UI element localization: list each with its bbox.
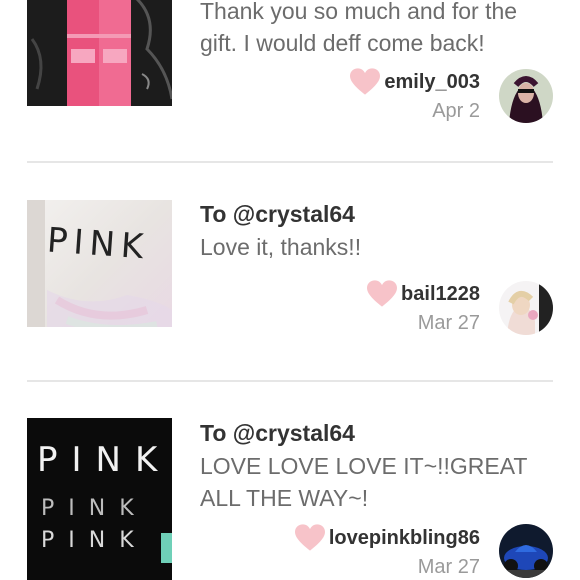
user-avatar-icon[interactable] bbox=[499, 281, 553, 335]
divider bbox=[27, 161, 553, 163]
shirt-print-text: PINK bbox=[37, 440, 172, 480]
review-date: Apr 2 bbox=[432, 100, 480, 122]
review-recipient[interactable]: To @crystal64 bbox=[200, 420, 355, 447]
user-avatar-icon[interactable] bbox=[499, 524, 553, 578]
heart-icon[interactable] bbox=[350, 68, 381, 96]
listing-thumbnail[interactable]: PINK PINK PINK bbox=[27, 418, 172, 580]
pink-packaging-photo-icon bbox=[27, 0, 172, 106]
divider bbox=[27, 380, 553, 382]
review-user-row[interactable]: emily_003 bbox=[350, 67, 480, 97]
review-date: Mar 27 bbox=[417, 312, 480, 334]
review-user-row[interactable]: lovepinkbling86 bbox=[294, 523, 480, 553]
shirt-print-text: PINK bbox=[45, 220, 151, 268]
heart-icon[interactable] bbox=[367, 280, 398, 308]
user-avatar-icon[interactable] bbox=[499, 69, 553, 123]
heart-icon[interactable] bbox=[294, 524, 325, 552]
username[interactable]: bail1228 bbox=[401, 283, 480, 306]
listing-thumbnail[interactable] bbox=[27, 0, 172, 106]
review-date: Mar 27 bbox=[417, 556, 480, 578]
username[interactable]: lovepinkbling86 bbox=[329, 527, 480, 550]
review-message: LOVE LOVE LOVE IT~!!GREAT ALL THE WAY~! bbox=[200, 453, 528, 511]
review-user-row[interactable]: bail1228 bbox=[367, 279, 480, 309]
review-recipient[interactable]: To @crystal64 bbox=[200, 201, 355, 228]
shirt-print-text: PINK bbox=[41, 528, 148, 553]
review-message: Love it, thanks!! bbox=[200, 234, 362, 260]
review-message: Thank you so much and for the gift. I wo… bbox=[200, 0, 518, 56]
username[interactable]: emily_003 bbox=[384, 71, 480, 94]
shirt-print-text: PINK bbox=[41, 496, 148, 521]
listing-thumbnail[interactable]: PINK bbox=[27, 200, 172, 327]
